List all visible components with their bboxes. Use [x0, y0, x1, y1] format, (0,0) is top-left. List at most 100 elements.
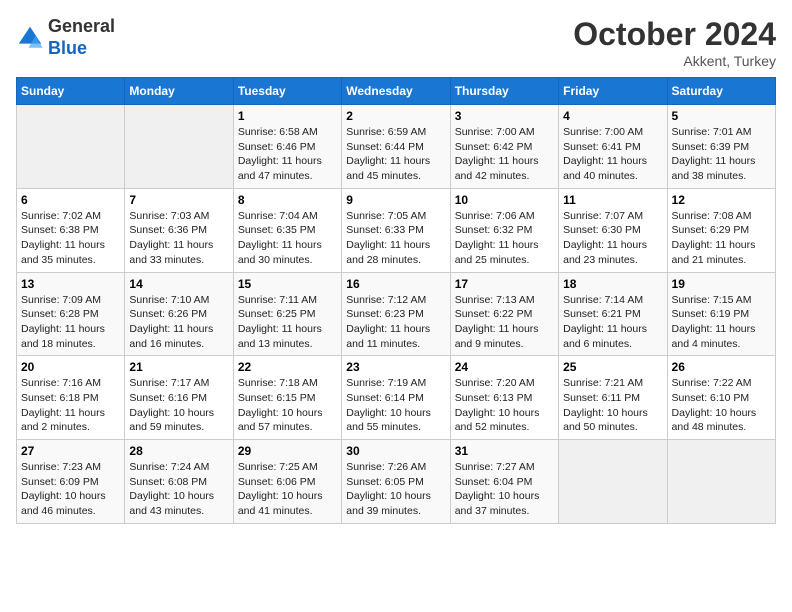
day-info: Sunrise: 7:01 AM Sunset: 6:39 PM Dayligh… — [672, 125, 771, 184]
calendar-cell: 22 Sunrise: 7:18 AM Sunset: 6:15 PM Dayli… — [233, 356, 341, 440]
calendar-table: SundayMondayTuesdayWednesdayThursdayFrid… — [16, 77, 776, 524]
day-info: Sunrise: 7:21 AM Sunset: 6:11 PM Dayligh… — [563, 376, 662, 435]
day-info: Sunrise: 7:06 AM Sunset: 6:32 PM Dayligh… — [455, 209, 554, 268]
week-row-1: 6 Sunrise: 7:02 AM Sunset: 6:38 PM Daylig… — [17, 188, 776, 272]
logo-blue: Blue — [48, 38, 115, 60]
calendar-cell — [559, 440, 667, 524]
calendar-cell: 21 Sunrise: 7:17 AM Sunset: 6:16 PM Dayli… — [125, 356, 233, 440]
day-number: 2 — [346, 109, 445, 123]
day-number: 6 — [21, 193, 120, 207]
calendar-cell: 4Sunrise: 7:00 AM Sunset: 6:41 PM Daylig… — [559, 105, 667, 189]
day-number: 19 — [672, 277, 771, 291]
header-day-friday: Friday — [559, 78, 667, 105]
day-info: Sunrise: 7:05 AM Sunset: 6:33 PM Dayligh… — [346, 209, 445, 268]
day-info: Sunrise: 7:04 AM Sunset: 6:35 PM Dayligh… — [238, 209, 337, 268]
calendar-cell: 1 Sunrise: 6:58 AM Sunset: 6:46 PM Daylig… — [233, 105, 341, 189]
calendar-cell: 31 Sunrise: 7:27 AM Sunset: 6:04 PM Dayli… — [450, 440, 558, 524]
day-info: Sunrise: 7:23 AM Sunset: 6:09 PM Dayligh… — [21, 460, 120, 519]
day-number: 10 — [455, 193, 554, 207]
day-info: Sunrise: 7:19 AM Sunset: 6:14 PM Dayligh… — [346, 376, 445, 435]
day-number: 13 — [21, 277, 120, 291]
day-info: Sunrise: 7:02 AM Sunset: 6:38 PM Dayligh… — [21, 209, 120, 268]
calendar-cell: 17 Sunrise: 7:13 AM Sunset: 6:22 PM Dayli… — [450, 272, 558, 356]
calendar-cell: 7 Sunrise: 7:03 AM Sunset: 6:36 PM Daylig… — [125, 188, 233, 272]
day-number: 20 — [21, 360, 120, 374]
day-number: 8 — [238, 193, 337, 207]
day-number: 25 — [563, 360, 662, 374]
day-number: 7 — [129, 193, 228, 207]
header-day-wednesday: Wednesday — [342, 78, 450, 105]
logo: General Blue — [16, 16, 115, 59]
day-info: Sunrise: 7:15 AM Sunset: 6:19 PM Dayligh… — [672, 293, 771, 352]
day-info: Sunrise: 7:03 AM Sunset: 6:36 PM Dayligh… — [129, 209, 228, 268]
calendar-cell: 18 Sunrise: 7:14 AM Sunset: 6:21 PM Dayli… — [559, 272, 667, 356]
day-number: 18 — [563, 277, 662, 291]
location-subtitle: Akkent, Turkey — [573, 53, 776, 69]
day-info: Sunrise: 7:08 AM Sunset: 6:29 PM Dayligh… — [672, 209, 771, 268]
day-info: Sunrise: 6:58 AM Sunset: 6:46 PM Dayligh… — [238, 125, 337, 184]
logo-general: General — [48, 16, 115, 38]
day-info: Sunrise: 7:16 AM Sunset: 6:18 PM Dayligh… — [21, 376, 120, 435]
day-number: 17 — [455, 277, 554, 291]
day-info: Sunrise: 7:07 AM Sunset: 6:30 PM Dayligh… — [563, 209, 662, 268]
day-number: 16 — [346, 277, 445, 291]
calendar-cell: 25 Sunrise: 7:21 AM Sunset: 6:11 PM Dayli… — [559, 356, 667, 440]
day-number: 26 — [672, 360, 771, 374]
calendar-cell: 28Sunrise: 7:24 AM Sunset: 6:08 PM Dayli… — [125, 440, 233, 524]
day-number: 22 — [238, 360, 337, 374]
logo-text: General Blue — [48, 16, 115, 59]
calendar-cell: 11 Sunrise: 7:07 AM Sunset: 6:30 PM Dayli… — [559, 188, 667, 272]
day-info: Sunrise: 7:13 AM Sunset: 6:22 PM Dayligh… — [455, 293, 554, 352]
day-info: Sunrise: 7:00 AM Sunset: 6:41 PM Dayligh… — [563, 125, 662, 184]
calendar-cell: 6 Sunrise: 7:02 AM Sunset: 6:38 PM Daylig… — [17, 188, 125, 272]
day-number: 5 — [672, 109, 771, 123]
calendar-cell: 30Sunrise: 7:26 AM Sunset: 6:05 PM Dayli… — [342, 440, 450, 524]
calendar-cell: 15Sunrise: 7:11 AM Sunset: 6:25 PM Dayli… — [233, 272, 341, 356]
calendar-cell: 29 Sunrise: 7:25 AM Sunset: 6:06 PM Dayli… — [233, 440, 341, 524]
calendar-cell: 8 Sunrise: 7:04 AM Sunset: 6:35 PM Daylig… — [233, 188, 341, 272]
day-info: Sunrise: 7:24 AM Sunset: 6:08 PM Dayligh… — [129, 460, 228, 519]
calendar-cell — [125, 105, 233, 189]
day-info: Sunrise: 7:27 AM Sunset: 6:04 PM Dayligh… — [455, 460, 554, 519]
header-day-sunday: Sunday — [17, 78, 125, 105]
day-number: 12 — [672, 193, 771, 207]
calendar-cell: 12 Sunrise: 7:08 AM Sunset: 6:29 PM Dayli… — [667, 188, 775, 272]
day-info: Sunrise: 7:12 AM Sunset: 6:23 PM Dayligh… — [346, 293, 445, 352]
week-row-4: 27 Sunrise: 7:23 AM Sunset: 6:09 PM Dayli… — [17, 440, 776, 524]
calendar-cell: 3Sunrise: 7:00 AM Sunset: 6:42 PM Daylig… — [450, 105, 558, 189]
day-number: 11 — [563, 193, 662, 207]
month-title: October 2024 — [573, 16, 776, 53]
day-info: Sunrise: 7:17 AM Sunset: 6:16 PM Dayligh… — [129, 376, 228, 435]
day-number: 15 — [238, 277, 337, 291]
calendar-cell: 9Sunrise: 7:05 AM Sunset: 6:33 PM Daylig… — [342, 188, 450, 272]
calendar-header: SundayMondayTuesdayWednesdayThursdayFrid… — [17, 78, 776, 105]
calendar-cell: 27 Sunrise: 7:23 AM Sunset: 6:09 PM Dayli… — [17, 440, 125, 524]
day-info: Sunrise: 7:18 AM Sunset: 6:15 PM Dayligh… — [238, 376, 337, 435]
day-number: 23 — [346, 360, 445, 374]
day-number: 21 — [129, 360, 228, 374]
calendar-cell — [17, 105, 125, 189]
calendar-cell: 10 Sunrise: 7:06 AM Sunset: 6:32 PM Dayli… — [450, 188, 558, 272]
calendar-cell: 5 Sunrise: 7:01 AM Sunset: 6:39 PM Daylig… — [667, 105, 775, 189]
day-number: 1 — [238, 109, 337, 123]
week-row-2: 13 Sunrise: 7:09 AM Sunset: 6:28 PM Dayli… — [17, 272, 776, 356]
calendar-cell: 16 Sunrise: 7:12 AM Sunset: 6:23 PM Dayli… — [342, 272, 450, 356]
title-block: October 2024 Akkent, Turkey — [573, 16, 776, 69]
day-number: 31 — [455, 444, 554, 458]
header-day-monday: Monday — [125, 78, 233, 105]
day-info: Sunrise: 7:25 AM Sunset: 6:06 PM Dayligh… — [238, 460, 337, 519]
page-header: General Blue October 2024 Akkent, Turkey — [16, 16, 776, 69]
header-day-saturday: Saturday — [667, 78, 775, 105]
calendar-cell: 20 Sunrise: 7:16 AM Sunset: 6:18 PM Dayli… — [17, 356, 125, 440]
calendar-cell — [667, 440, 775, 524]
day-info: Sunrise: 6:59 AM Sunset: 6:44 PM Dayligh… — [346, 125, 445, 184]
week-row-3: 20 Sunrise: 7:16 AM Sunset: 6:18 PM Dayli… — [17, 356, 776, 440]
day-info: Sunrise: 7:14 AM Sunset: 6:21 PM Dayligh… — [563, 293, 662, 352]
calendar-cell: 24Sunrise: 7:20 AM Sunset: 6:13 PM Dayli… — [450, 356, 558, 440]
day-info: Sunrise: 7:10 AM Sunset: 6:26 PM Dayligh… — [129, 293, 228, 352]
day-number: 29 — [238, 444, 337, 458]
day-info: Sunrise: 7:22 AM Sunset: 6:10 PM Dayligh… — [672, 376, 771, 435]
header-day-thursday: Thursday — [450, 78, 558, 105]
day-number: 27 — [21, 444, 120, 458]
day-info: Sunrise: 7:09 AM Sunset: 6:28 PM Dayligh… — [21, 293, 120, 352]
